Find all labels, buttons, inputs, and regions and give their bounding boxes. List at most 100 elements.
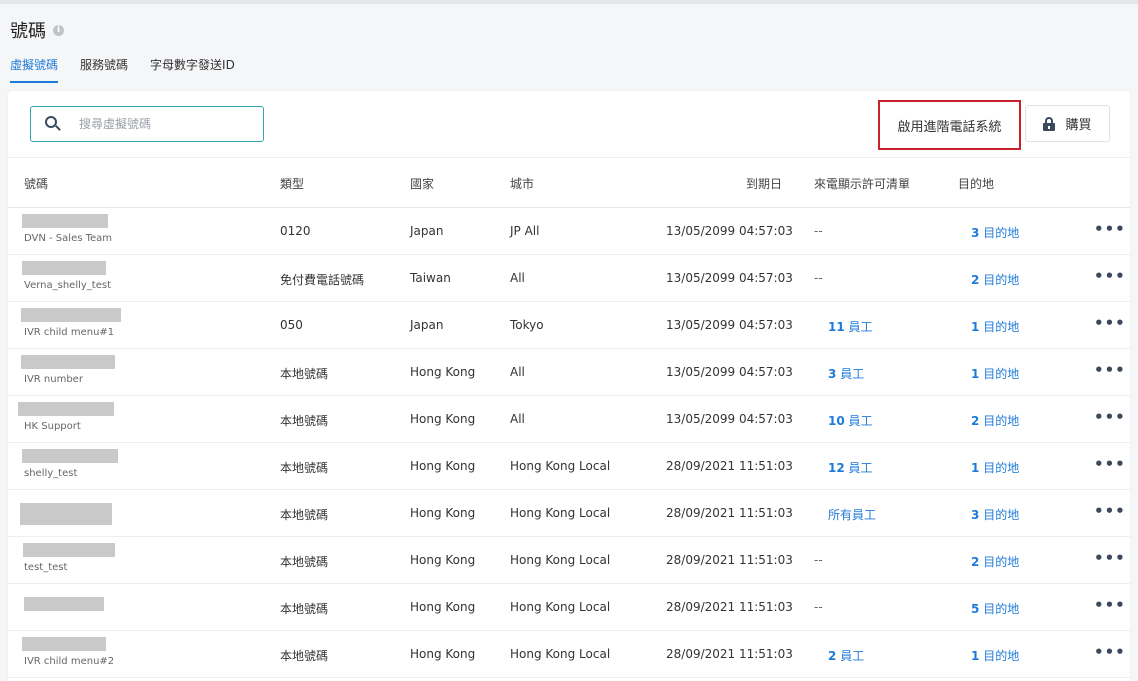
number-country: Hong Kong <box>410 553 476 567</box>
table-row[interactable]: IVR number 本地號碼 Hong Kong All 13/05/2099… <box>8 349 1130 396</box>
buy-button[interactable]: 購買 <box>1025 105 1110 142</box>
destination-link[interactable]: 1 目的地 <box>971 365 1019 382</box>
redacted-number <box>21 308 121 322</box>
more-icon[interactable]: ••• <box>1094 408 1126 426</box>
page-title: 號碼 <box>10 21 46 42</box>
destination-link[interactable]: 1 目的地 <box>971 647 1019 664</box>
caller-id-allowlist-link[interactable]: 12 員工 <box>828 459 873 476</box>
destination-link[interactable]: 2 目的地 <box>971 553 1019 570</box>
number-expiry: 13/05/2099 04:57:03 <box>666 412 793 426</box>
number-label: DVN - Sales Team <box>24 233 113 244</box>
more-icon[interactable]: ••• <box>1094 220 1126 238</box>
more-icon[interactable]: ••• <box>1094 455 1126 473</box>
destination-link[interactable]: 2 目的地 <box>971 271 1019 288</box>
search-box[interactable] <box>30 106 264 142</box>
header-country[interactable]: 國家 <box>410 175 434 192</box>
numbers-card: 啟用進階電話系統 購買 號碼 類型 國家 城市 到期日 來電顯示許可清單 目的地… <box>8 91 1130 681</box>
table-row[interactable]: shelly_test 本地號碼 Hong Kong Hong Kong Loc… <box>8 443 1130 490</box>
number-label: Verna_shelly_test <box>24 280 111 291</box>
tab-service-numbers[interactable]: 服務號碼 <box>80 56 128 83</box>
caller-id-allowlist-link[interactable]: 所有員工 <box>828 506 876 523</box>
caller-id-allowlist-link: -- <box>814 271 823 285</box>
number-type: 0120 <box>280 224 311 238</box>
tab-bar: 虛擬號碼 服務號碼 字母數字發送ID <box>10 56 257 83</box>
header-destination[interactable]: 目的地 <box>958 175 994 192</box>
enable-advanced-phone-system-button[interactable]: 啟用進階電話系統 <box>878 100 1021 150</box>
header-expiry[interactable]: 到期日 <box>746 175 782 192</box>
number-type: 本地號碼 <box>280 414 329 428</box>
caller-id-allowlist-link[interactable]: 2 員工 <box>828 647 864 664</box>
number-country: Hong Kong <box>410 412 476 426</box>
destination-link[interactable]: 3 目的地 <box>971 506 1019 523</box>
search-icon <box>45 116 61 132</box>
destination-link[interactable]: 1 目的地 <box>971 318 1019 335</box>
number-expiry: 13/05/2099 04:57:03 <box>666 318 793 332</box>
more-icon[interactable]: ••• <box>1094 267 1126 285</box>
number-expiry: 28/09/2021 11:51:03 <box>666 459 793 473</box>
number-country: Hong Kong <box>410 506 476 520</box>
number-city: Tokyo <box>510 318 544 332</box>
number-expiry: 13/05/2099 04:57:03 <box>666 271 793 285</box>
header-caller-id-allowlist[interactable]: 來電顯示許可清單 <box>814 175 910 192</box>
table-row[interactable]: 本地號碼 Hong Kong Hong Kong Local 28/09/202… <box>8 490 1130 537</box>
number-expiry: 28/09/2021 11:51:03 <box>666 506 793 520</box>
more-icon[interactable]: ••• <box>1094 643 1126 661</box>
number-city: Hong Kong Local <box>510 600 611 614</box>
destination-link[interactable]: 3 目的地 <box>971 224 1019 241</box>
header-city[interactable]: 城市 <box>510 175 534 192</box>
number-type: 本地號碼 <box>280 555 329 569</box>
caller-id-allowlist-link[interactable]: 11 員工 <box>828 318 873 335</box>
number-expiry: 28/09/2021 11:51:03 <box>666 647 793 661</box>
redacted-number <box>22 261 106 275</box>
caller-id-allowlist-link: -- <box>814 553 823 567</box>
caller-id-allowlist-link: -- <box>814 224 823 238</box>
number-city: All <box>510 365 525 379</box>
table-row[interactable]: DVN - Sales Team 0120 Japan JP All 13/05… <box>8 208 1130 255</box>
redacted-number <box>22 214 108 228</box>
table-row[interactable]: Verna_shelly_test 免付費電話號碼 Taiwan All 13/… <box>8 255 1130 302</box>
header-number[interactable]: 號碼 <box>24 175 48 192</box>
number-expiry: 13/05/2099 04:57:03 <box>666 224 793 238</box>
number-city: Hong Kong Local <box>510 553 611 567</box>
table-body: DVN - Sales Team 0120 Japan JP All 13/05… <box>8 208 1130 678</box>
lock-icon <box>1043 116 1056 131</box>
number-country: Japan <box>410 224 444 238</box>
caller-id-allowlist-link[interactable]: 10 員工 <box>828 412 873 429</box>
number-label: IVR child menu#1 <box>24 327 115 338</box>
header-type[interactable]: 類型 <box>280 175 304 192</box>
tab-alphanumeric-sender-id[interactable]: 字母數字發送ID <box>150 56 235 83</box>
caller-id-allowlist-link[interactable]: 3 員工 <box>828 365 864 382</box>
tab-virtual-numbers[interactable]: 虛擬號碼 <box>10 56 59 83</box>
redacted-number <box>24 597 104 611</box>
more-icon[interactable]: ••• <box>1094 314 1126 332</box>
more-icon[interactable]: ••• <box>1094 361 1126 379</box>
number-type: 本地號碼 <box>280 602 329 616</box>
number-type: 免付費電話號碼 <box>280 273 365 287</box>
redacted-number <box>22 449 118 463</box>
more-icon[interactable]: ••• <box>1094 502 1126 520</box>
top-divider <box>0 0 1138 4</box>
number-country: Hong Kong <box>410 365 476 379</box>
destination-link[interactable]: 1 目的地 <box>971 459 1019 476</box>
search-input[interactable] <box>79 117 249 131</box>
more-icon[interactable]: ••• <box>1094 596 1126 614</box>
table-row[interactable]: HK Support 本地號碼 Hong Kong All 13/05/2099… <box>8 396 1130 443</box>
more-icon[interactable]: ••• <box>1094 549 1126 567</box>
number-city: Hong Kong Local <box>510 647 611 661</box>
number-type: 本地號碼 <box>280 649 329 663</box>
table-row[interactable]: IVR child menu#1 050 Japan Tokyo 13/05/2… <box>8 302 1130 349</box>
destination-link[interactable]: 5 目的地 <box>971 600 1019 617</box>
number-label: HK Support <box>24 421 81 432</box>
caller-id-allowlist-link: -- <box>814 600 823 614</box>
number-label: IVR number <box>24 374 83 385</box>
number-type: 050 <box>280 318 303 332</box>
numbers-table: 號碼 類型 國家 城市 到期日 來電顯示許可清單 目的地 DVN - Sales… <box>8 157 1130 678</box>
redacted-number <box>22 637 106 651</box>
table-row[interactable]: test_test 本地號碼 Hong Kong Hong Kong Local… <box>8 537 1130 584</box>
number-type: 本地號碼 <box>280 461 329 475</box>
number-label: IVR child menu#2 <box>24 656 115 667</box>
table-row[interactable]: 本地號碼 Hong Kong Hong Kong Local 28/09/202… <box>8 584 1130 631</box>
destination-link[interactable]: 2 目的地 <box>971 412 1019 429</box>
info-icon[interactable]: i <box>53 24 64 36</box>
table-row[interactable]: IVR child menu#2 本地號碼 Hong Kong Hong Kon… <box>8 631 1130 678</box>
